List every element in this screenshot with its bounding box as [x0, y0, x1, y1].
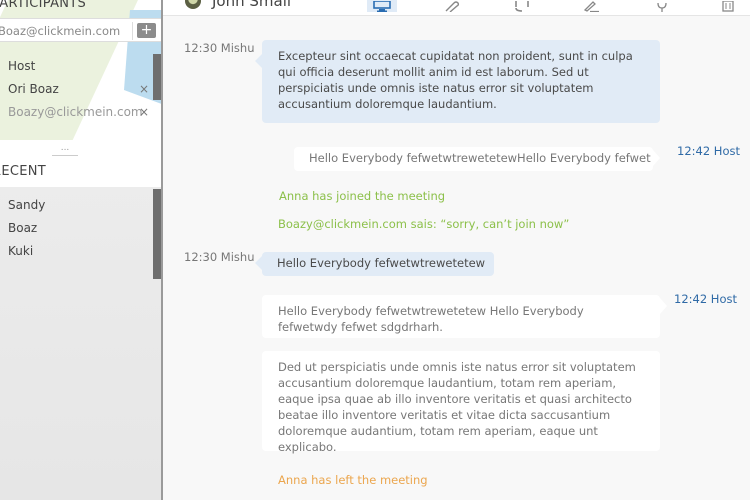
trash-icon	[722, 1, 734, 12]
system-message: Anna has left the meeting	[278, 473, 428, 487]
invite-email-input[interactable]	[0, 22, 128, 40]
contact-name: John Smail	[212, 0, 292, 10]
incoming-message: Excepteur sint occaecat cupidatat non pr…	[255, 40, 660, 123]
participant-name: Boazy@clickmein.com	[8, 105, 143, 119]
recent-item[interactable]: Kuki	[0, 240, 153, 263]
recent-item[interactable]: Boaz	[0, 217, 153, 240]
message-meta: 12:42 Host	[677, 144, 740, 158]
microphone-button[interactable]	[647, 0, 677, 12]
participants-scrollbar[interactable]	[153, 54, 161, 100]
delete-button[interactable]	[713, 0, 743, 12]
add-participant-button[interactable]: +	[137, 23, 156, 38]
more-button[interactable]: ...	[52, 144, 78, 156]
invite-field: +	[0, 18, 161, 42]
participant-name: Host	[8, 59, 36, 73]
message-meta: 12:30 Mishu	[184, 41, 255, 55]
headset-icon	[515, 1, 529, 12]
chat-messages: 12:30 Mishu Excepteur sint occaecat cupi…	[163, 17, 750, 500]
microphone-icon	[657, 2, 667, 12]
participants-panel: PARTICIPANTS + Host Ori Boaz × Boazy@cli…	[0, 0, 161, 187]
recent-scrollbar[interactable]	[153, 189, 161, 279]
monitor-icon	[373, 1, 391, 12]
message-meta: 12:42 Host	[674, 292, 737, 306]
outgoing-message: Hello Everybody fefwetwtrewetetewHello E…	[294, 147, 660, 171]
participant-item[interactable]: Host	[0, 55, 155, 78]
system-message: Boazy@clickmein.com sais: “sorry, can’t …	[278, 217, 570, 231]
pen-icon	[583, 1, 599, 12]
participant-list: Host Ori Boaz × Boazy@clickmein.com ×	[0, 55, 155, 124]
sidebar: PARTICIPANTS + Host Ori Boaz × Boazy@cli…	[0, 0, 163, 500]
avatar	[185, 0, 201, 9]
participants-heading: PARTICIPANTS	[0, 0, 87, 11]
participant-item[interactable]: Ori Boaz ×	[0, 78, 155, 101]
incoming-message: Hello Everybody fefwetwtrewetetew	[255, 252, 494, 276]
recent-list: Sandy Boaz Kuki	[0, 194, 153, 263]
attach-button[interactable]	[437, 0, 467, 12]
screen-share-button[interactable]	[367, 0, 397, 12]
remove-participant-icon[interactable]: ×	[139, 78, 149, 101]
recent-item[interactable]: Sandy	[0, 194, 153, 217]
recent-heading: RECENT	[0, 164, 47, 179]
system-message: Anna has joined the meeting	[279, 189, 446, 203]
headset-button[interactable]	[507, 0, 537, 12]
paperclip-icon	[445, 1, 460, 12]
pen-button[interactable]	[577, 0, 607, 12]
divider	[132, 22, 133, 40]
remove-participant-icon[interactable]: ×	[139, 101, 149, 124]
participant-item[interactable]: Boazy@clickmein.com ×	[0, 101, 155, 124]
outgoing-message: Ded ut perspiciatis unde omnis iste natu…	[262, 351, 660, 454]
chat-header: John Smail	[163, 0, 750, 16]
participant-name: Ori Boaz	[8, 82, 59, 96]
outgoing-message: Hello Everybody fefwetwtrewetetew Hello …	[262, 295, 667, 338]
message-meta: 12:30 Mishu	[184, 250, 255, 264]
